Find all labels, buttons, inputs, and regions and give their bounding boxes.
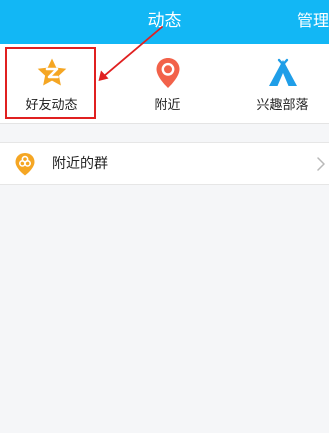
- highlight-annotation-box: [5, 47, 96, 119]
- interest-tribe-entry[interactable]: 兴趣部落: [236, 44, 329, 123]
- nearby-groups-icon: [15, 153, 35, 176]
- top-bar: 动态 管理: [0, 0, 329, 44]
- tribe-tent-icon: [268, 58, 297, 86]
- chevron-right-icon: [317, 157, 325, 171]
- nearby-groups-label: 附近的群: [52, 156, 108, 172]
- location-pin-icon: [156, 58, 179, 88]
- page-title: 动态: [147, 11, 182, 31]
- manage-button[interactable]: 管理: [297, 10, 329, 32]
- nearby-entry[interactable]: 附近: [121, 44, 214, 123]
- nearby-label: 附近: [154, 98, 181, 113]
- nearby-groups-row[interactable]: 附近的群: [0, 142, 329, 185]
- interest-tribe-label: 兴趣部落: [256, 98, 309, 113]
